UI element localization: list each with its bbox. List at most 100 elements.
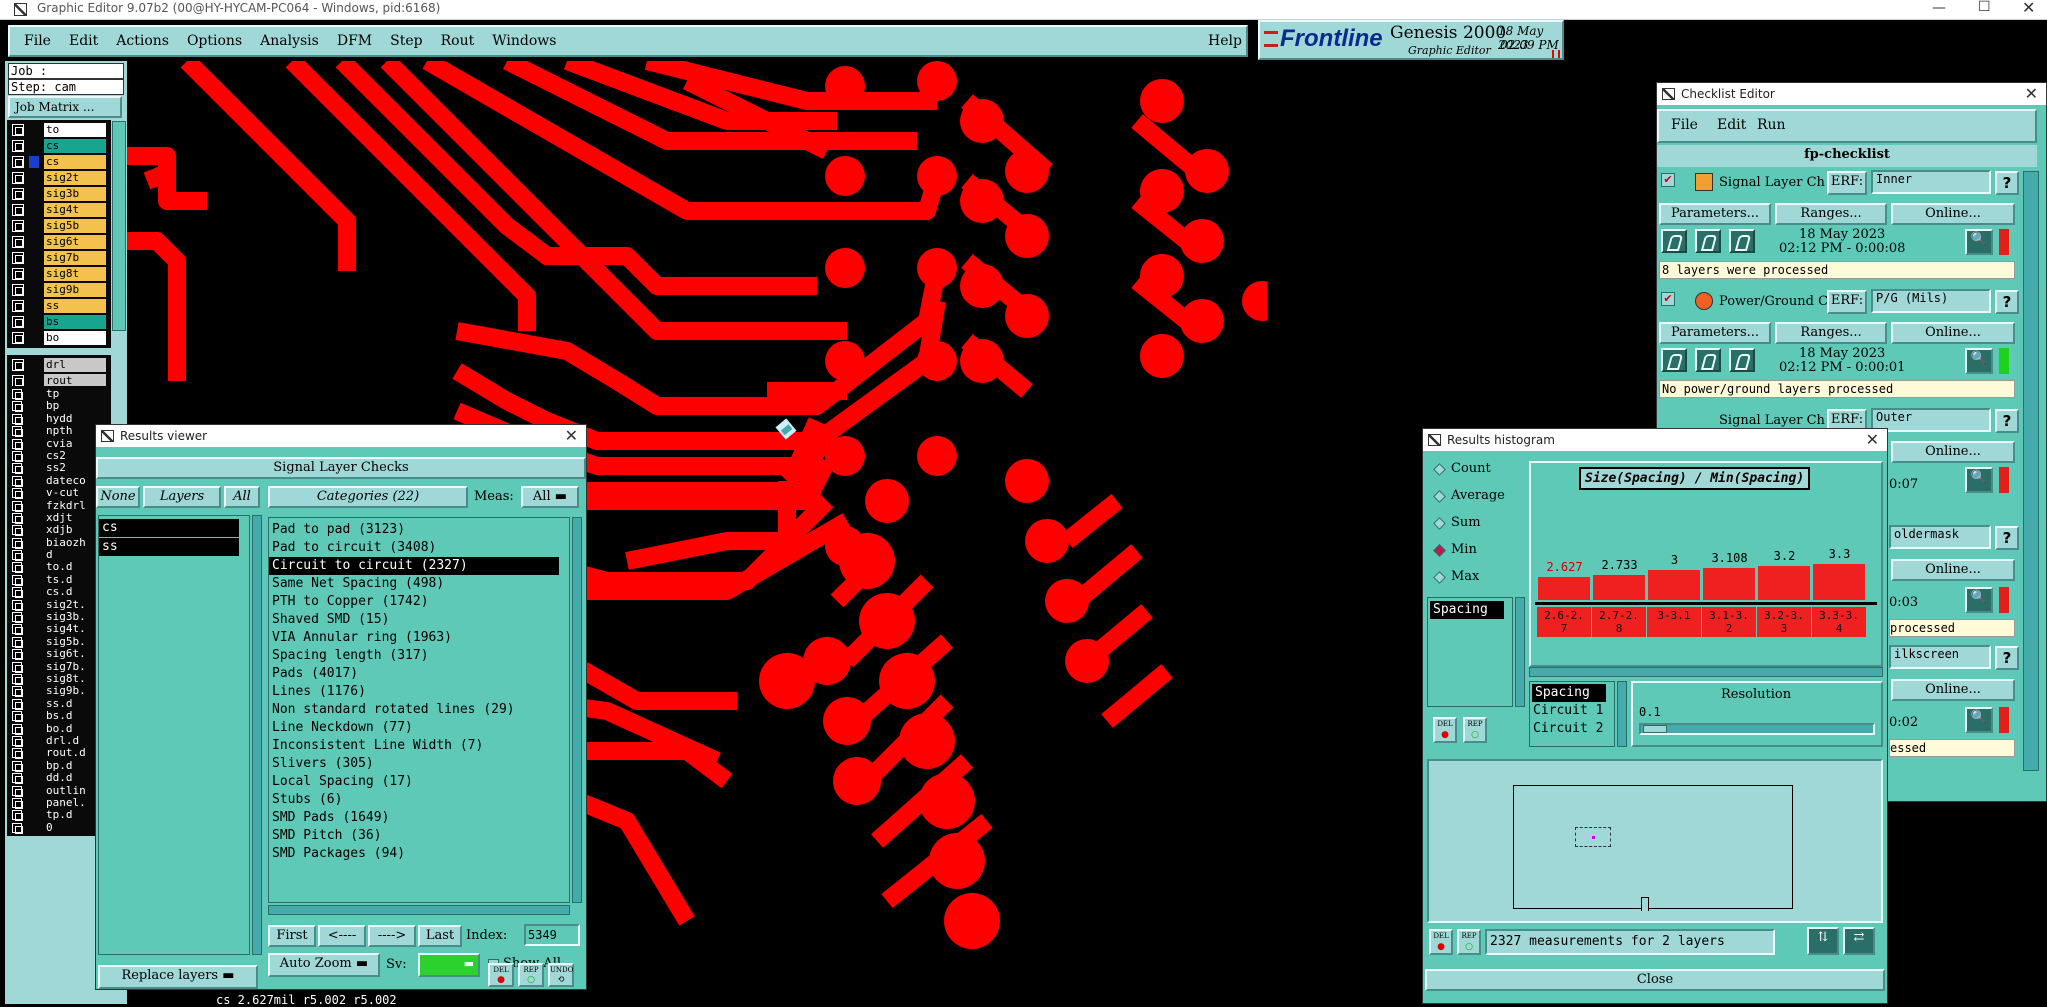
layer-checkbox[interactable] — [12, 450, 23, 462]
close-icon[interactable]: ✕ — [2025, 83, 2038, 105]
zoom-icon[interactable]: 🔍 — [1965, 467, 1993, 493]
layer-checkbox[interactable] — [12, 140, 24, 152]
help-icon[interactable]: ? — [1995, 171, 2019, 195]
histogram-bar[interactable] — [1537, 576, 1591, 601]
layer-checkbox[interactable] — [12, 711, 23, 723]
layer-row[interactable]: drl — [7, 357, 111, 373]
layer-checkbox[interactable] — [12, 599, 23, 611]
menu-analysis[interactable]: Analysis — [260, 33, 319, 49]
field-item[interactable]: Circuit 2 — [1530, 720, 1614, 738]
ranges-button[interactable]: Ranges... — [1775, 203, 1887, 225]
run-icon[interactable] — [1729, 348, 1756, 372]
minimize-icon[interactable]: — — [1932, 0, 1946, 16]
erf-value[interactable]: oldermask — [1889, 525, 1991, 549]
layer-row[interactable]: sig2t — [7, 170, 111, 186]
menu-dfm[interactable]: DFM — [337, 33, 372, 49]
checklist-menu-edit[interactable]: Edit — [1717, 117, 1746, 133]
chart-hscroll[interactable] — [1529, 667, 1883, 677]
resolution-slider[interactable] — [1639, 723, 1875, 735]
layer-checkbox[interactable] — [12, 624, 23, 636]
mode-radio-count[interactable]: Count — [1427, 459, 1527, 486]
layer-checkbox[interactable] — [12, 735, 23, 747]
category-item[interactable]: Pad to pad (3123) — [269, 521, 569, 539]
layer-checkbox[interactable] — [12, 512, 23, 524]
zoom-icon[interactable]: 🔍 — [1965, 587, 1993, 613]
del-icon[interactable]: DEL ● — [1429, 929, 1453, 955]
layer-checkbox[interactable] — [12, 612, 23, 624]
online-button[interactable]: Online... — [1891, 679, 2015, 701]
layer-row[interactable]: sig6t — [7, 234, 111, 250]
none-button[interactable]: None — [96, 486, 140, 508]
rep-icon[interactable]: REP ○ — [1463, 717, 1487, 743]
layer-name[interactable]: cs — [44, 155, 106, 169]
layer-checkbox[interactable] — [12, 316, 24, 328]
zoom-icon[interactable]: 🔍 — [1965, 229, 1993, 255]
layer-row[interactable]: sig5b — [7, 218, 111, 234]
layer-checkbox[interactable] — [12, 562, 23, 574]
layer-checkbox[interactable] — [12, 284, 24, 296]
close-button[interactable]: Close — [1425, 969, 1885, 991]
layer-name[interactable]: sig9b — [44, 283, 106, 297]
layer-name[interactable]: sig4t — [44, 203, 106, 217]
layer-checkbox[interactable] — [12, 698, 23, 710]
menu-edit[interactable]: Edit — [69, 33, 98, 49]
checklist-scrollbar[interactable] — [2023, 171, 2039, 771]
layer-checkbox[interactable] — [12, 587, 23, 599]
layer-name[interactable]: sig8t — [44, 267, 106, 281]
close-icon[interactable]: ✕ — [1866, 429, 1879, 451]
run-icon[interactable] — [1695, 229, 1722, 253]
online-button[interactable]: Online... — [1891, 441, 2015, 463]
layer-checkbox[interactable] — [12, 574, 23, 586]
del-icon[interactable]: DEL ● — [488, 963, 514, 987]
layer-scrollbar[interactable] — [112, 121, 126, 331]
help-icon[interactable]: ? — [1995, 526, 2019, 550]
category-item[interactable]: Circuit to circuit (2327) — [269, 557, 559, 575]
undo-icon[interactable]: UNDO ⟲ — [548, 963, 574, 987]
replace-layers-select[interactable]: Replace layers ▬ — [98, 965, 258, 989]
menu-options[interactable]: Options — [187, 33, 242, 49]
online-button[interactable]: Online... — [1891, 203, 2015, 225]
close-icon[interactable]: ✕ — [2022, 0, 2035, 17]
layer-checkbox[interactable] — [12, 649, 23, 661]
layer-checkbox[interactable] — [12, 124, 24, 136]
slider-thumb[interactable] — [1643, 725, 1667, 733]
layer-row[interactable]: bs — [7, 314, 111, 330]
ranges-button[interactable]: Ranges... — [1775, 322, 1887, 344]
layer-item[interactable]: cs — [99, 519, 239, 537]
layer-name[interactable]: bo — [44, 331, 106, 345]
layer-checkbox[interactable] — [12, 785, 23, 797]
field-item[interactable]: Spacing — [1532, 684, 1606, 702]
layer-name[interactable]: sig3b — [44, 187, 106, 201]
layer-checkbox[interactable] — [12, 300, 24, 312]
category-item[interactable]: Stubs (6) — [269, 791, 569, 809]
run-icon[interactable] — [1661, 229, 1687, 253]
menu-step[interactable]: Step — [390, 33, 422, 49]
layer-row[interactable]: sig4t — [7, 202, 111, 218]
prev-button[interactable]: <---- — [318, 925, 366, 947]
job-matrix-button[interactable]: Job Matrix ... — [8, 96, 122, 118]
category-item[interactable]: Pad to circuit (3408) — [269, 539, 569, 557]
category-item[interactable]: Line Neckdown (77) — [269, 719, 569, 737]
last-button[interactable]: Last — [418, 925, 462, 947]
layer-checkbox[interactable] — [12, 661, 23, 673]
fields-scrollbar[interactable] — [1617, 681, 1627, 747]
layer-checkbox[interactable] — [12, 797, 23, 809]
layer-checkbox[interactable] — [12, 332, 24, 344]
checklist-menu-run[interactable]: Run — [1757, 117, 1786, 133]
index-input[interactable]: 5349 — [524, 924, 580, 946]
menu-actions[interactable]: Actions — [116, 33, 169, 49]
all-button[interactable]: All — [224, 486, 260, 508]
layer-checkbox[interactable] — [12, 500, 23, 512]
export-icon[interactable]: ⇅ — [1807, 927, 1839, 955]
run-icon[interactable] — [1661, 348, 1687, 372]
auto-zoom-select[interactable]: Auto Zoom ▬ — [268, 953, 380, 977]
layer-row[interactable]: ss — [7, 298, 111, 314]
layer-name[interactable]: sig5b — [44, 219, 106, 233]
layer-checkbox[interactable] — [12, 463, 23, 475]
layer-checkbox[interactable] — [12, 748, 23, 760]
layer-checkbox[interactable] — [12, 773, 23, 785]
mode-radio-max[interactable]: Max — [1427, 567, 1527, 594]
layer-checkbox[interactable] — [12, 636, 23, 648]
histogram-bar[interactable] — [1757, 565, 1811, 601]
category-item[interactable]: Pads (4017) — [269, 665, 569, 683]
